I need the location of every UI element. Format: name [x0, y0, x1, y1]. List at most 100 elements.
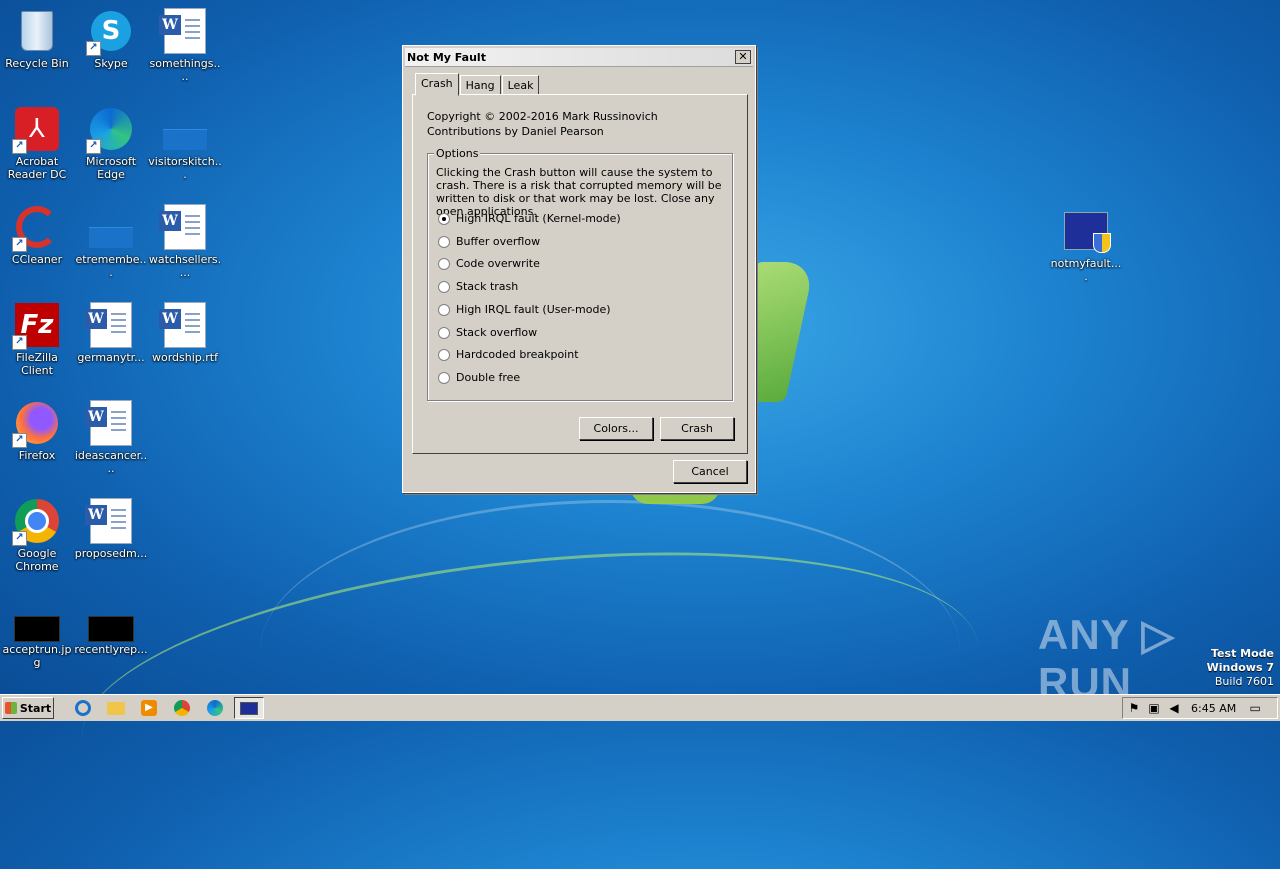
action-center-flag-icon[interactable]: ⚑: [1125, 701, 1143, 715]
dialog-titlebar[interactable]: Not My Fault ✕: [405, 48, 753, 67]
desktop-icon-acceptrun[interactable]: acceptrun.jpg: [0, 606, 74, 669]
option-label: High IRQL fault (Kernel-mode): [456, 212, 621, 225]
explorer-folder-icon[interactable]: [105, 698, 127, 718]
taskbar-notmyfault-window[interactable]: [234, 697, 264, 719]
desktop-icon-ccleaner[interactable]: ↗ CCleaner: [0, 204, 74, 266]
desktop-icon-etremembe[interactable]: etremembe...: [74, 204, 148, 279]
cancel-button[interactable]: Cancel: [673, 460, 747, 483]
network-icon[interactable]: ▣: [1145, 701, 1163, 715]
edge-icon: ↗: [86, 106, 134, 154]
copyright-text: Copyright © 2002-2016 Mark Russinovich: [427, 110, 658, 123]
tab-hang[interactable]: Hang: [459, 75, 501, 95]
clock[interactable]: 6:45 AM: [1191, 702, 1236, 715]
notmyfault-taskbar-icon: [240, 701, 258, 715]
image-thumbnail-icon: [14, 606, 60, 642]
start-label: Start: [19, 701, 52, 715]
ccleaner-icon: ↗: [12, 204, 60, 252]
desktop-icon-label: notmyfault....: [1050, 257, 1122, 283]
option-code-overwrite[interactable]: Code overwrite: [438, 257, 540, 270]
option-label: Stack trash: [456, 280, 519, 293]
word-document-icon: W: [85, 400, 134, 446]
desktop-icon-label: watchsellers....: [148, 253, 222, 279]
word-document-icon: W: [85, 498, 134, 544]
desktop-icon-skype[interactable]: S ↗ Skype: [74, 8, 148, 70]
crash-warning-text: Clicking the Crash button will cause the…: [436, 166, 722, 218]
option-hardcoded-breakpoint[interactable]: Hardcoded breakpoint: [438, 348, 579, 361]
close-button[interactable]: ✕: [735, 50, 751, 64]
options-group-title: Options: [434, 147, 481, 160]
colors-button[interactable]: Colors...: [579, 417, 653, 440]
radio-button[interactable]: [438, 303, 450, 316]
start-button[interactable]: Start: [2, 697, 54, 719]
desktop-icon-ideascancer[interactable]: W ideascancer....: [74, 400, 148, 475]
tab-crash[interactable]: Crash: [415, 73, 459, 96]
crash-button[interactable]: Crash: [660, 417, 734, 440]
option-label: Hardcoded breakpoint: [456, 348, 579, 361]
desktop-icon-chrome[interactable]: ↗ Google Chrome: [0, 498, 74, 573]
option-double-free[interactable]: Double free: [438, 371, 520, 384]
options-group: Options Clicking the Crash button will c…: [427, 147, 733, 401]
option-buffer-overflow[interactable]: Buffer overflow: [438, 235, 540, 248]
radio-button[interactable]: [438, 280, 450, 293]
desktop-icon-recentlyrep[interactable]: recentlyrep...: [74, 606, 148, 656]
tab-strip: Crash Hang Leak: [415, 73, 540, 96]
chrome-taskbar-icon[interactable]: [171, 698, 193, 718]
desktop-icon-acrobat[interactable]: ⅄ ↗ Acrobat Reader DC: [0, 106, 74, 181]
word-document-icon: W: [85, 302, 134, 348]
desktop-icon-label: FileZilla Client: [16, 351, 58, 377]
edge-taskbar-icon[interactable]: [204, 698, 226, 718]
recycle-bin-icon: [14, 8, 60, 54]
desktop-icon-proposedm[interactable]: W proposedm...: [74, 498, 148, 560]
desktop-icon-filezilla[interactable]: Fz ↗ FileZilla Client: [0, 302, 74, 377]
option-label: High IRQL fault (User-mode): [456, 303, 611, 316]
desktop-icon-germanytr[interactable]: W germanytr...: [74, 302, 148, 364]
desktop-icon-label: Google Chrome: [15, 547, 59, 573]
filezilla-icon: Fz ↗: [12, 302, 60, 350]
firefox-icon: ↗: [12, 400, 60, 448]
tab-leak[interactable]: Leak: [501, 75, 540, 95]
desktop-icon-edge[interactable]: ↗ Microsoft Edge: [74, 106, 148, 181]
desktop-icon-firefox[interactable]: ↗ Firefox: [0, 400, 74, 462]
desktop-icon-recycle-bin[interactable]: Recycle Bin: [0, 8, 74, 70]
word-document-icon: W: [159, 302, 208, 348]
desktop-icon-label: CCleaner: [11, 253, 63, 266]
option-label: Stack overflow: [456, 326, 538, 339]
desktop-icon-watchsellers[interactable]: W watchsellers....: [148, 204, 222, 279]
radio-button[interactable]: [438, 235, 450, 248]
internet-explorer-icon[interactable]: [72, 698, 94, 718]
desktop-icon-visitorskitch[interactable]: visitorskitch...: [148, 106, 222, 181]
desktop-icon-label: proposedm...: [74, 547, 148, 560]
system-tray: ⚑ ▣ ◀ 6:45 AM ▭: [1122, 697, 1278, 719]
word-document-icon: W: [159, 8, 208, 54]
radio-button[interactable]: [438, 371, 450, 384]
copyright-block: Copyright © 2002-2016 Mark Russinovich C…: [427, 109, 658, 139]
desktop-icon-label: etremembe...: [75, 253, 147, 279]
test-mode-label: Test Mode: [1211, 647, 1274, 660]
option-high-irql-kernel[interactable]: High IRQL fault (Kernel-mode): [438, 212, 621, 225]
media-player-icon[interactable]: ▶: [138, 698, 160, 718]
radio-button[interactable]: [438, 212, 450, 225]
option-high-irql-user[interactable]: High IRQL fault (User-mode): [438, 303, 611, 316]
radio-button[interactable]: [438, 257, 450, 270]
option-stack-overflow[interactable]: Stack overflow: [438, 326, 537, 339]
radio-button[interactable]: [438, 348, 450, 361]
desktop-icon-label: wordship.rtf: [152, 351, 218, 364]
radio-button[interactable]: [438, 326, 450, 339]
desktop-icon-wordship[interactable]: W wordship.rtf: [148, 302, 222, 364]
option-stack-trash[interactable]: Stack trash: [438, 280, 518, 293]
file-icon: [162, 106, 208, 152]
volume-icon[interactable]: ◀: [1165, 701, 1183, 715]
build-label: Build 7601: [1214, 675, 1274, 688]
word-document-icon: W: [159, 204, 208, 250]
acrobat-icon: ⅄ ↗: [12, 106, 60, 154]
dialog-title: Not My Fault: [407, 50, 486, 64]
desktop-icon-label: Firefox: [18, 449, 56, 462]
desktop-icon-somethings[interactable]: W somethings....: [148, 8, 222, 83]
desktop-icon-notmyfault[interactable]: notmyfault....: [1049, 208, 1123, 283]
test-mode-notice: Test Mode Windows 7 Build 7601: [1207, 647, 1274, 689]
show-desktop-icon[interactable]: ▭: [1246, 701, 1264, 715]
not-my-fault-dialog: Not My Fault ✕ Crash Hang Leak Copyright…: [402, 45, 756, 493]
desktop-icon-label: visitorskitch...: [148, 155, 222, 181]
os-label: Windows 7: [1206, 661, 1274, 674]
desktop-icon-label: somethings....: [149, 57, 221, 83]
